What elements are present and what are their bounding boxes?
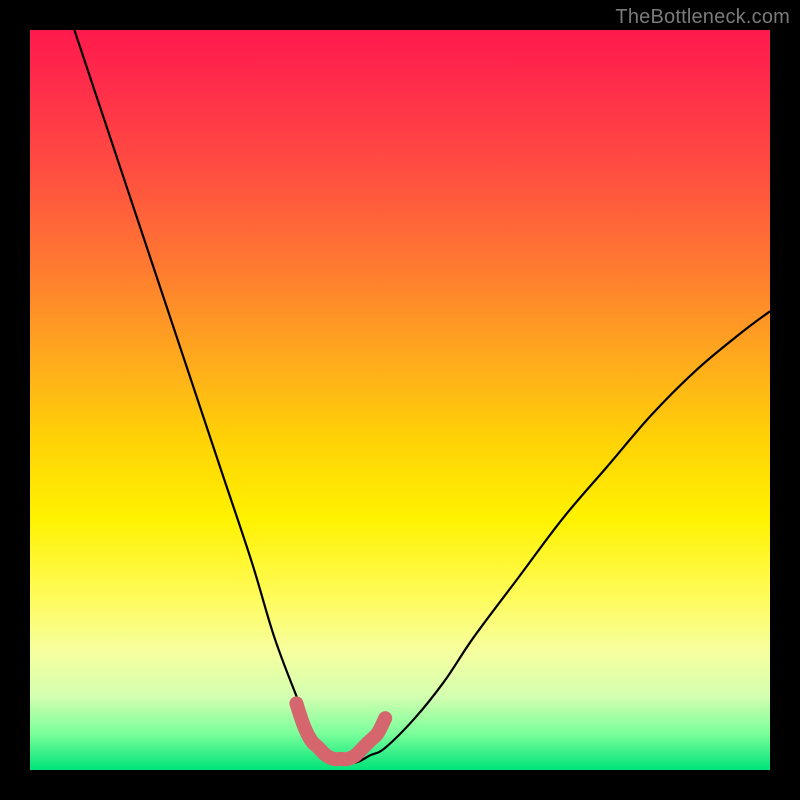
- bottleneck-curve: [74, 30, 770, 764]
- plot-area: [30, 30, 770, 770]
- optimal-zone-marker: [296, 703, 385, 759]
- chart-svg: [30, 30, 770, 770]
- outer-frame: TheBottleneck.com: [0, 0, 800, 800]
- watermark-text: TheBottleneck.com: [615, 6, 790, 29]
